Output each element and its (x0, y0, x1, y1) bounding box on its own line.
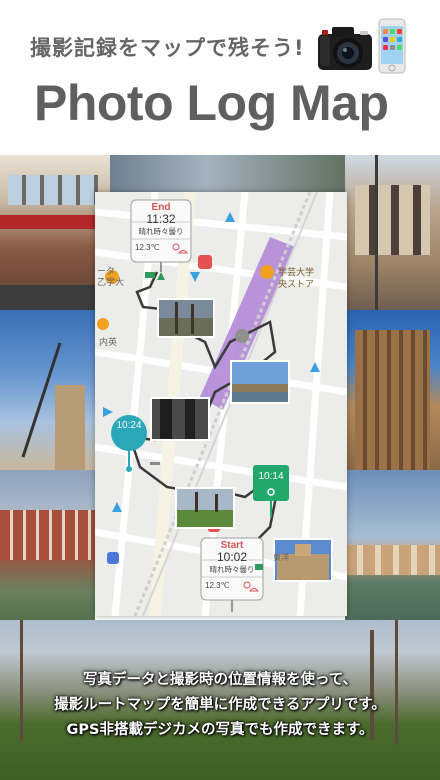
place-label-2: 乙学大 (97, 278, 125, 288)
waypoint-teal-time: 10:24 (116, 420, 142, 431)
poi-cart-icon (260, 265, 274, 279)
map-photo-bw (150, 397, 210, 441)
tagline: 撮影記録をマップで残そう! (30, 36, 305, 60)
caption-block: 写真データと撮影時の位置情報を使って、 撮影ルートマップを簡単に作成できるアプリ… (0, 668, 440, 743)
poi-train-icon (235, 329, 249, 343)
start-temperature: 12.3℃ (205, 581, 230, 590)
route-map[interactable]: End 11:32 晴れ時々曇り 12.3℃ Start 10:02 晴れ時々曇… (95, 192, 347, 616)
start-weather: 晴れ時々曇り (209, 565, 255, 574)
end-temperature: 12.3℃ (135, 243, 160, 252)
photo-riverside-town (345, 470, 440, 620)
end-time: 11:32 (146, 212, 176, 226)
dslr-camera-icon (318, 27, 372, 70)
photo-building-right (345, 155, 440, 310)
place-label-4: 央ストア (278, 280, 315, 290)
header: 撮影記録をマップで残そう! Photo Log Map (0, 0, 440, 155)
photo-cathedral-blue-sky (345, 310, 440, 470)
app-title: Photo Log Map (34, 75, 389, 131)
photo-building-red-awnings (0, 155, 110, 310)
place-label-6: 東洋 (273, 553, 289, 562)
map-photo-park (175, 487, 235, 529)
caption-line-3: GPS非搭載デジカメの写真でも作成できます。 (66, 722, 374, 738)
poi-icon-red (198, 255, 212, 269)
poi-blue-icon (107, 552, 119, 564)
map-photo-trees (157, 298, 215, 338)
photo-red-building-river (0, 470, 95, 620)
caption-line-1: 写真データと撮影時の位置情報を使って、 (82, 672, 358, 688)
place-label-5: 内英 (99, 338, 118, 348)
smartphone-icon (378, 18, 406, 74)
start-time: 10:02 (216, 550, 248, 564)
photo-tower-blue-sky (0, 310, 95, 470)
caption-line-2: 撮影ルートマップを簡単に作成できるアプリです。 (54, 697, 386, 713)
map-photo-river (230, 360, 290, 404)
end-weather: 晴れ時々曇り (138, 227, 184, 236)
photo-street-top (110, 155, 350, 195)
waypoint-green-time: 10:14 (258, 471, 284, 482)
